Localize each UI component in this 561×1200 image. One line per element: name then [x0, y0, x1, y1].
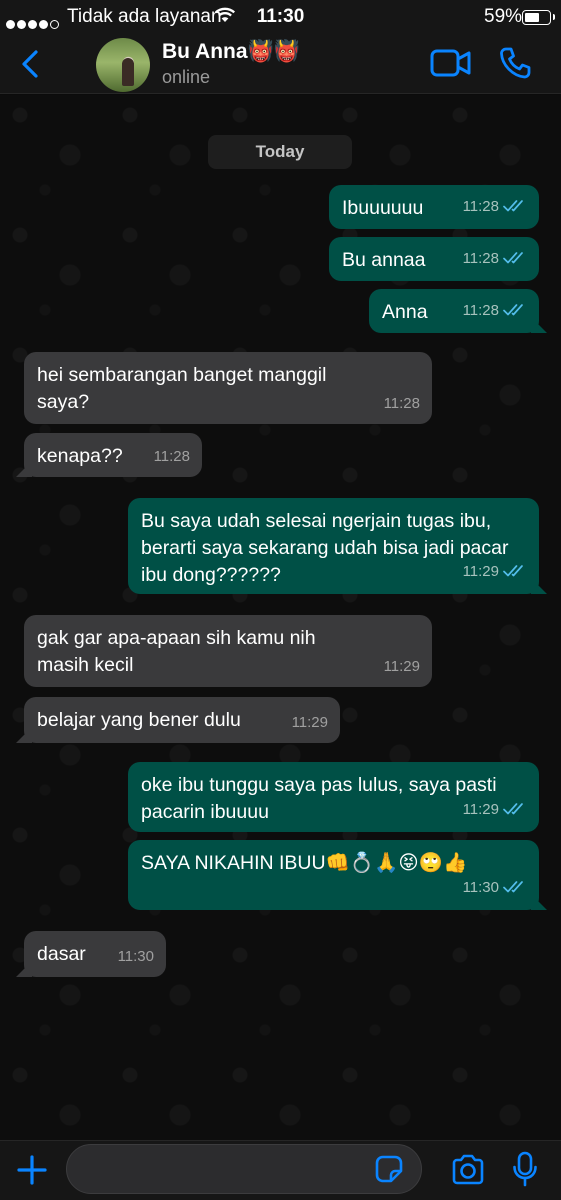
message-meta: 11:29 — [292, 709, 328, 736]
message-time: 11:28 — [153, 448, 190, 465]
incoming-message[interactable]: gak gar apa-apaan sih kamu nih masih kec… — [24, 615, 432, 687]
microphone-button[interactable] — [512, 1151, 538, 1187]
contact-status: online — [162, 67, 211, 87]
read-receipt-icon — [503, 299, 527, 326]
message-meta: 11:28 — [463, 245, 527, 274]
incoming-message[interactable]: belajar yang bener dulu 11:29 — [24, 697, 340, 743]
sticker-icon — [375, 1155, 403, 1183]
outgoing-message[interactable]: Anna 11:28 — [369, 289, 539, 333]
message-time: 11:28 — [462, 250, 499, 267]
message-time: 11:30 — [117, 948, 154, 965]
video-camera-icon — [430, 49, 471, 77]
microphone-icon — [513, 1151, 537, 1187]
message-input[interactable] — [66, 1144, 422, 1194]
message-time: 11:28 — [462, 302, 499, 319]
message-time: 11:28 — [462, 198, 499, 215]
read-receipt-icon — [503, 195, 527, 222]
clock: 11:30 — [256, 6, 305, 27]
message-text: hei sembarangan banget manggil saya? — [37, 364, 327, 413]
message-meta: 11:29 — [463, 796, 527, 825]
message-text: dasar — [37, 943, 86, 965]
chevron-left-icon — [22, 50, 38, 78]
outgoing-message[interactable]: SAYA NIKAHIN IBUU👊💍🙏😝🙄👍 11:30 — [128, 840, 539, 910]
chat-header: Bu Anna👹👹 online — [0, 34, 561, 94]
message-text: belajar yang bener dulu — [37, 709, 241, 731]
battery-icon — [522, 10, 555, 25]
voice-call-button[interactable] — [498, 46, 532, 80]
video-call-button[interactable] — [430, 48, 472, 78]
message-time: 11:29 — [291, 714, 328, 731]
camera-button[interactable] — [450, 1154, 486, 1186]
message-text: SAYA NIKAHIN IBUU👊💍🙏😝🙄👍 — [141, 852, 468, 874]
outgoing-message[interactable]: oke ibu tunggu saya pas lulus, saya past… — [128, 762, 539, 832]
battery-percent: 59% — [484, 6, 523, 27]
message-time: 11:29 — [462, 801, 499, 818]
outgoing-message[interactable]: Ibuuuuuu 11:28 — [329, 185, 539, 229]
status-bar: Tidak ada layanan 11:30 59% — [0, 0, 561, 34]
message-time: 11:29 — [383, 658, 420, 675]
avatar[interactable] — [96, 38, 150, 92]
outgoing-message[interactable]: Bu annaa 11:28 — [329, 237, 539, 281]
message-meta: 11:28 — [463, 297, 527, 326]
incoming-message[interactable]: dasar 11:30 — [24, 931, 166, 977]
message-meta: 11:30 — [463, 874, 527, 903]
read-receipt-icon — [503, 560, 527, 587]
incoming-message[interactable]: kenapa?? 11:28 — [24, 433, 202, 477]
message-time: 11:28 — [383, 395, 420, 412]
input-bar — [0, 1140, 561, 1200]
message-text: Bu saya udah selesai ngerjain tugas ibu,… — [141, 510, 509, 586]
message-meta: 11:28 — [463, 193, 527, 222]
read-receipt-icon — [503, 247, 527, 274]
read-receipt-icon — [503, 798, 527, 825]
read-receipt-icon — [503, 876, 527, 903]
message-meta: 11:28 — [384, 390, 420, 417]
message-meta: 11:29 — [384, 653, 420, 680]
plus-icon — [17, 1155, 47, 1185]
message-text: oke ibu tunggu saya pas lulus, saya past… — [141, 774, 497, 823]
attach-button[interactable] — [16, 1154, 48, 1186]
message-time: 11:29 — [462, 563, 499, 580]
sticker-button[interactable] — [374, 1154, 404, 1184]
message-meta: 11:30 — [118, 943, 154, 970]
message-meta: 11:28 — [154, 443, 190, 470]
date-divider: Today — [208, 135, 352, 169]
incoming-message[interactable]: hei sembarangan banget manggil saya? 11:2… — [24, 352, 432, 424]
back-button[interactable] — [16, 48, 46, 80]
contact-name[interactable]: Bu Anna👹👹 — [162, 40, 300, 64]
outgoing-message[interactable]: Bu saya udah selesai ngerjain tugas ibu,… — [128, 498, 539, 594]
camera-icon — [452, 1154, 484, 1185]
message-text: gak gar apa-apaan sih kamu nih masih kec… — [37, 627, 316, 676]
message-meta: 11:29 — [463, 558, 527, 587]
chat-area[interactable]: Today Ibuuuuuu 11:28 Bu annaa 11:28 Anna 11:2… — [0, 95, 561, 1140]
message-time: 11:30 — [462, 879, 499, 896]
message-text: kenapa?? — [37, 445, 123, 467]
phone-icon — [500, 47, 531, 79]
